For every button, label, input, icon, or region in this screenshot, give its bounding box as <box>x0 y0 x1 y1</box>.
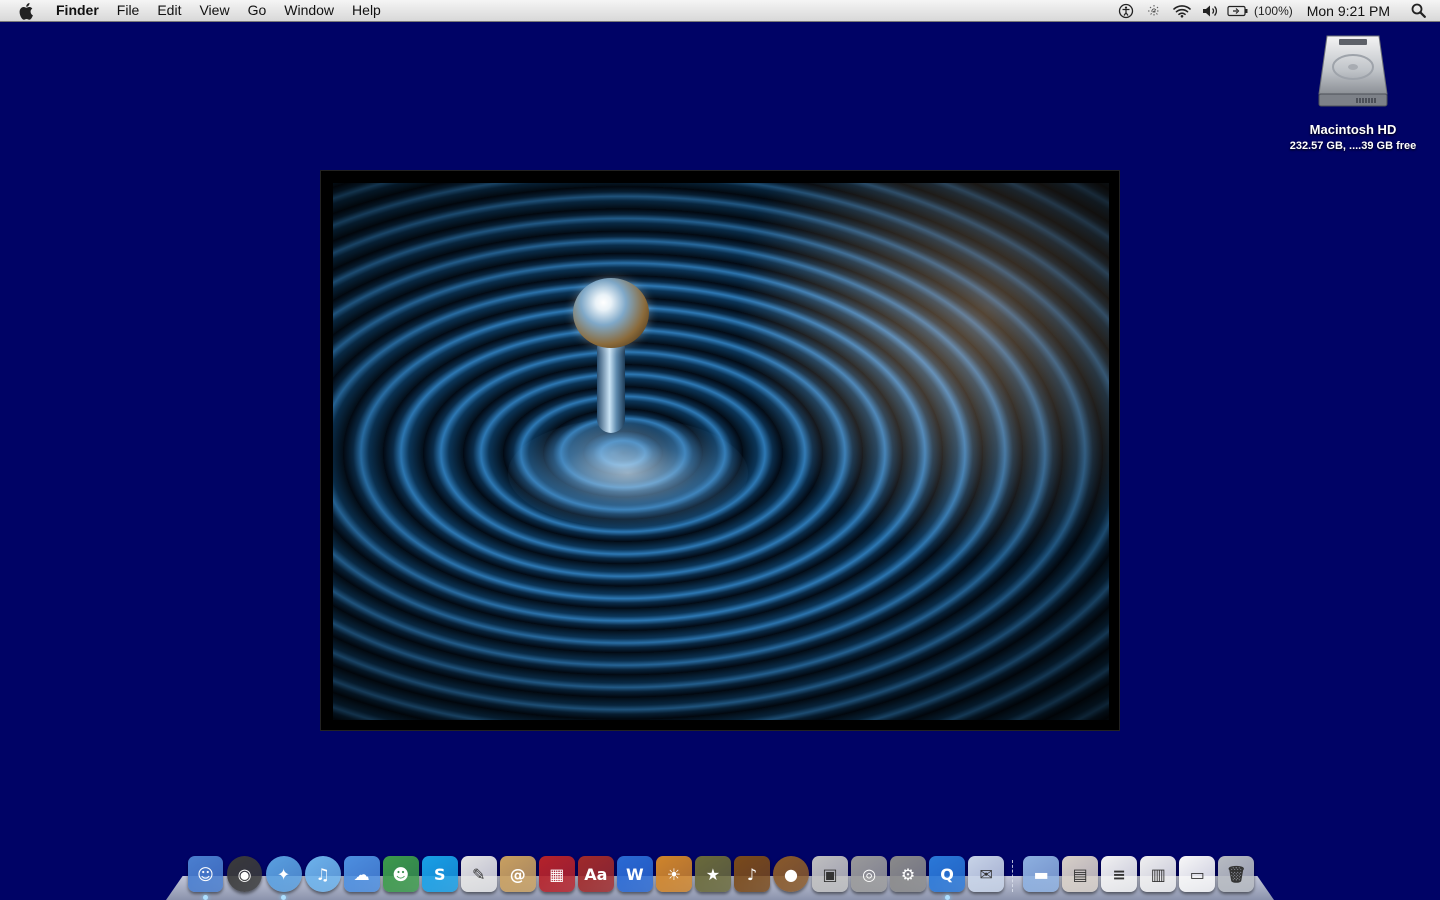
apple-menu-icon[interactable] <box>17 0 37 21</box>
bluetooth-sync-icon[interactable] <box>1140 0 1168 21</box>
coconut-icon[interactable]: ● <box>773 856 809 892</box>
menu-edit[interactable]: Edit <box>148 0 190 21</box>
menu-file[interactable]: File <box>108 0 149 21</box>
dock-separator <box>1011 860 1016 892</box>
imovie-icon[interactable]: ★ <box>695 856 731 892</box>
menu-view[interactable]: View <box>190 0 238 21</box>
volume-icon[interactable] <box>1196 0 1224 21</box>
photo-booth-icon[interactable]: ▦ <box>538 856 575 892</box>
menu-go[interactable]: Go <box>239 0 276 21</box>
menu-window[interactable]: Window <box>275 0 343 21</box>
rtf-file-icon[interactable]: ≡ <box>1101 856 1138 892</box>
skype-icon[interactable]: S <box>421 856 458 892</box>
dashboard-icon[interactable]: ◉ <box>226 856 263 892</box>
spreadsheet-icon[interactable]: ▥ <box>1140 856 1177 892</box>
spotlight-search-icon[interactable] <box>1404 3 1432 18</box>
address-book-icon[interactable]: @ <box>499 856 536 892</box>
dictionary-icon[interactable]: Aa <box>577 856 614 892</box>
finder-icon[interactable]: ☺ <box>187 856 224 900</box>
dock: ☺ ◉ ✦ ♫ ☁ ☻ S ✎ @ ▦ Aa W ☀ ★ ♪ ● ▣ ◎ ⚙ Q ✉ ▬ ▤ ≡ ▥ ▭ 🗑 <box>186 846 1256 900</box>
ichat-icon[interactable]: ☁ <box>343 856 380 892</box>
system-preferences-icon[interactable]: ⚙ <box>890 856 926 892</box>
photo-frame <box>320 170 1120 731</box>
battery-icon[interactable] <box>1224 0 1252 21</box>
drive-capacity-label: 232.57 GB, ....39 GB free <box>1289 140 1417 152</box>
preview-icon[interactable]: ✎ <box>460 856 497 892</box>
folder-icon[interactable]: ▬ <box>1023 856 1060 892</box>
quicktime-icon[interactable]: Q <box>929 856 966 900</box>
messenger-icon[interactable]: ☻ <box>382 856 419 892</box>
wifi-icon[interactable] <box>1168 0 1196 21</box>
water-drop-photo <box>333 183 1109 720</box>
dvd-player-icon[interactable]: ◎ <box>851 856 887 892</box>
menu-bar: Finder File Edit View Go Window Help (10… <box>0 0 1440 22</box>
drive-name-label: Macintosh HD <box>1309 122 1397 137</box>
garageband-icon[interactable]: ♪ <box>734 856 770 892</box>
menu-app-name[interactable]: Finder <box>54 0 108 21</box>
menu-bar-status: (100%) Mon 9:21 PM <box>1112 0 1440 21</box>
note-icon[interactable]: ▭ <box>1179 856 1216 892</box>
accessibility-icon[interactable] <box>1112 0 1140 21</box>
battery-percentage[interactable]: (100%) <box>1254 4 1293 18</box>
image-capture-icon[interactable]: ▣ <box>812 856 848 892</box>
hard-drive-icon[interactable] <box>1317 34 1389 108</box>
iweb-icon[interactable]: W <box>616 856 653 892</box>
photo-vignette <box>333 183 1109 720</box>
document-stack-icon[interactable]: ▤ <box>1062 856 1099 892</box>
menu-clock[interactable]: Mon 9:21 PM <box>1307 3 1390 19</box>
itunes-icon[interactable]: ♫ <box>304 856 341 892</box>
menu-help[interactable]: Help <box>343 0 390 21</box>
iphoto-icon[interactable]: ☀ <box>655 856 692 892</box>
trash-icon[interactable]: 🗑 <box>1218 856 1255 892</box>
menu-bar-left: Finder File Edit View Go Window Help <box>0 0 390 21</box>
photo-viewer-icon[interactable]: ✉ <box>968 856 1005 892</box>
safari-icon[interactable]: ✦ <box>265 856 302 900</box>
macintosh-hd-desktop-icon[interactable]: Macintosh HD 232.57 GB, ....39 GB free <box>1280 34 1426 152</box>
